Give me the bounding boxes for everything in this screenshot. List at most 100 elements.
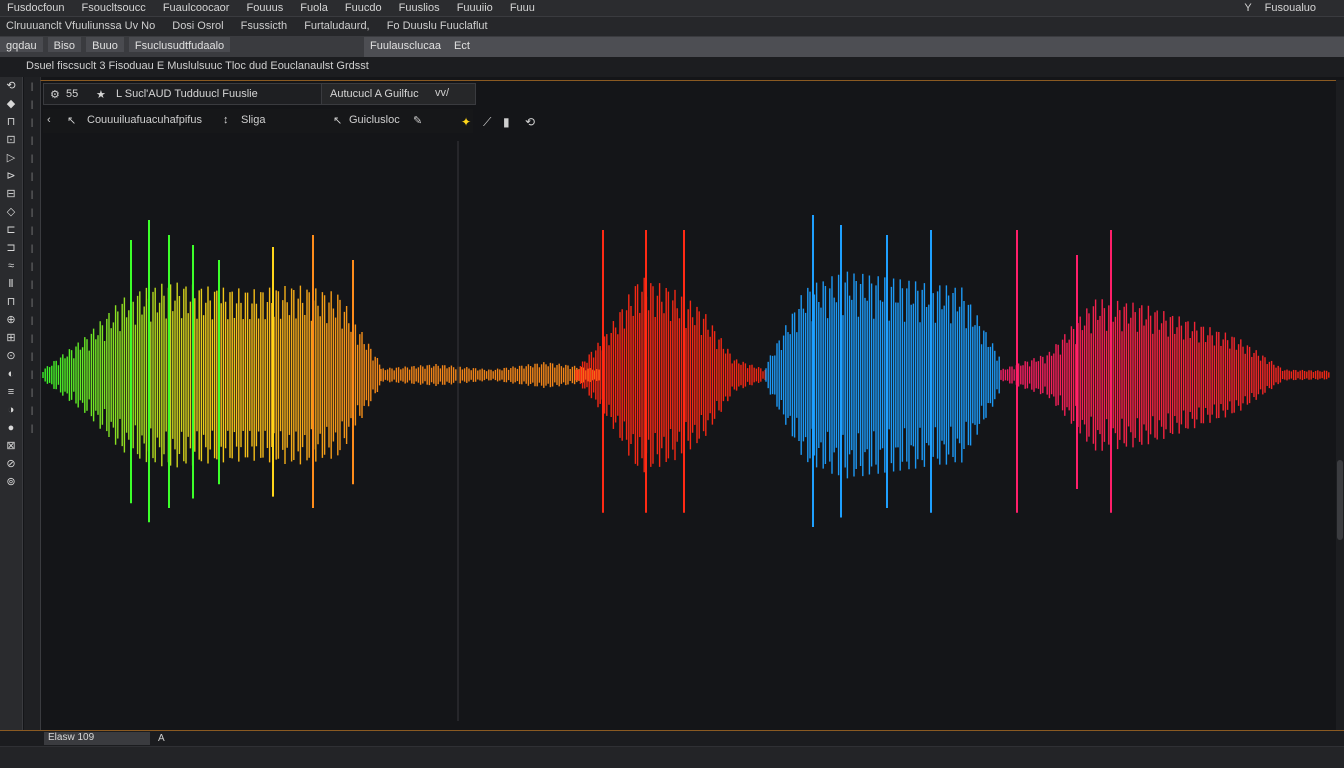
ruler-tick: | bbox=[30, 225, 34, 235]
ruler-tick: | bbox=[30, 297, 34, 307]
toolbar2-right-item-2[interactable]: Ect bbox=[454, 40, 470, 52]
panel-extra[interactable]: vv/ bbox=[435, 87, 449, 99]
menu-item-7[interactable]: Fuuslios bbox=[392, 0, 447, 14]
menu-item-4[interactable]: Fouuus bbox=[240, 0, 291, 14]
waveform-segment-1[interactable] bbox=[42, 282, 381, 468]
bottom-strip bbox=[0, 746, 1344, 768]
ruler-tick: | bbox=[30, 405, 34, 415]
tool-16-icon[interactable]: ⊙ bbox=[0, 347, 22, 365]
tool-9-icon[interactable]: ⊏ bbox=[0, 221, 22, 239]
panel-header-right-label: Autucucl A Guilfuc bbox=[330, 88, 419, 100]
tool-7-icon[interactable]: ⊟ bbox=[0, 185, 22, 203]
tool-12-icon[interactable]: Ⅱ bbox=[0, 275, 22, 293]
toolbar-primary: Clruuuanclt Vfuuliunssa Uv No Dosi Osrol… bbox=[0, 17, 1344, 37]
tool-15-icon[interactable]: ⊞ bbox=[0, 329, 22, 347]
toolbar-item-4[interactable]: Furtaludaurd, bbox=[298, 17, 377, 32]
ruler-tick: | bbox=[30, 423, 34, 433]
marker-icon[interactable]: ▮ bbox=[503, 115, 510, 129]
lightbulb-icon[interactable]: ✦ bbox=[461, 115, 471, 129]
pointer-icon[interactable]: ↖ bbox=[67, 114, 76, 127]
settings-icon[interactable]: ⚙ bbox=[50, 88, 60, 101]
ruler-tick: | bbox=[30, 279, 34, 289]
ruler-tick: | bbox=[30, 333, 34, 343]
menu-item-9[interactable]: Fuuu bbox=[503, 0, 542, 14]
toolbar-item-2[interactable]: Dosi Osrol bbox=[166, 17, 231, 32]
back-icon[interactable]: ‹ bbox=[47, 114, 51, 126]
ruler-tick: | bbox=[30, 387, 34, 397]
ruler-tick: | bbox=[30, 135, 34, 145]
tool-17-icon[interactable]: ◐ bbox=[0, 365, 22, 383]
vertical-scrollbar[interactable] bbox=[1336, 80, 1344, 730]
toolbar2-item-2[interactable]: Biso bbox=[47, 37, 82, 52]
tool-5-icon[interactable]: ▷ bbox=[0, 149, 22, 167]
toolbar-item-1[interactable]: Clruuuanclt Vfuuliunssa Uv No bbox=[0, 17, 163, 32]
menu-item-8[interactable]: Fuuuiio bbox=[450, 0, 500, 14]
tool-20-icon[interactable]: ● bbox=[0, 419, 22, 437]
panel-title: L Sucl'AUD Tudduucl Fuuslie bbox=[116, 88, 258, 100]
tool-21-icon[interactable]: ⊠ bbox=[0, 437, 22, 455]
tool-13-icon[interactable]: ⊓ bbox=[0, 293, 22, 311]
menu-item-6[interactable]: Fuucdo bbox=[338, 0, 389, 14]
tab-label[interactable]: Dsuel fiscsuclt 3 Fisoduau E Muslulsuuc … bbox=[0, 57, 377, 72]
tool-1-icon[interactable]: ⟲ bbox=[0, 77, 22, 95]
panel-header-right[interactable]: Autucucl A Guilfuc bbox=[321, 83, 476, 105]
panel-tools: ‹ ↖ Couuuiluafuacuhafpifus ↕ Sliga ↖ Gui… bbox=[43, 109, 473, 133]
ruler-tick: | bbox=[30, 207, 34, 217]
tool-8-icon[interactable]: ◇ bbox=[0, 203, 22, 221]
chevron-down-icon[interactable]: Y bbox=[1244, 2, 1251, 14]
left-tool-rail: ⟲ ◆ ⊓ ⊡ ▷ ⊳ ⊟ ◇ ⊏ ⊐ ≈ Ⅱ ⊓ ⊕ ⊞ ⊙ ◐ ≡ ◑ ● ⊠ ⊘ ⊚ bbox=[0, 77, 23, 752]
star-icon[interactable]: ★ bbox=[96, 88, 106, 101]
menu-item-5[interactable]: Fuola bbox=[293, 0, 335, 14]
toolbar-item-3[interactable]: Fsussicth bbox=[235, 17, 295, 32]
toolbar2-right-group: Fuulausclucaa Ect bbox=[364, 37, 1344, 57]
status-arrow[interactable]: A bbox=[158, 733, 165, 744]
waveform-segment-3[interactable] bbox=[575, 277, 766, 473]
menu-item-3[interactable]: Fuaulcoocaor bbox=[156, 0, 237, 14]
tool-6-icon[interactable]: ⊳ bbox=[0, 167, 22, 185]
zoom-field[interactable]: Elasw 109 bbox=[44, 732, 150, 745]
toolbar2-item-3[interactable]: Buuo bbox=[86, 37, 124, 52]
loop-icon[interactable]: ⟲ bbox=[525, 115, 535, 129]
ruler-tick: | bbox=[30, 369, 34, 379]
waveform-canvas[interactable] bbox=[41, 81, 1341, 731]
tool-10-icon[interactable]: ⊐ bbox=[0, 239, 22, 257]
menu-bar: Fusdocfoun Fsoucltsoucc Fuaulcoocaor Fou… bbox=[0, 0, 1344, 17]
panel-tools-label[interactable]: Couuuiluafuacuhafpifus bbox=[87, 114, 202, 126]
cursor-icon[interactable]: ↖ bbox=[333, 114, 342, 127]
tool-22-icon[interactable]: ⊘ bbox=[0, 455, 22, 473]
ruler-tick: | bbox=[30, 81, 34, 91]
menu-item-2[interactable]: Fsoucltsoucc bbox=[75, 0, 153, 14]
waveform-editor[interactable]: ⚙ 55 ★ L Sucl'AUD Tudduucl Fuuslie Autuc… bbox=[40, 80, 1341, 731]
menu-right-label[interactable]: Fusoualuo bbox=[1265, 2, 1316, 14]
toolbar2-right-item-1[interactable]: Fuulausclucaa bbox=[370, 40, 441, 52]
toolbar2-item-1[interactable]: gqdau bbox=[0, 37, 43, 52]
ruler-tick: | bbox=[30, 243, 34, 253]
ruler-tick: | bbox=[30, 315, 34, 325]
brush-icon[interactable]: ⟋ bbox=[483, 115, 491, 130]
tool-3-icon[interactable]: ⊓ bbox=[0, 113, 22, 131]
tool-4-icon[interactable]: ⊡ bbox=[0, 131, 22, 149]
ruler-tick: | bbox=[30, 153, 34, 163]
tool-19-icon[interactable]: ◑ bbox=[0, 401, 22, 419]
waveform-segment-4[interactable] bbox=[765, 271, 1000, 479]
tool-23-icon[interactable]: ⊚ bbox=[0, 473, 22, 491]
waveform-segment-2[interactable] bbox=[380, 362, 600, 388]
panel-tools-label2[interactable]: Sliga bbox=[241, 114, 265, 126]
toolbar-item-5[interactable]: Fo Duuslu Fuuclaflut bbox=[381, 17, 496, 32]
menu-item-1[interactable]: Fusdocfoun bbox=[0, 0, 71, 14]
panel-tools-label3[interactable]: Guiclusloc bbox=[349, 114, 400, 126]
ruler-tick: | bbox=[30, 171, 34, 181]
pen-icon[interactable]: ✎ bbox=[413, 114, 422, 127]
panel-number: 55 bbox=[66, 88, 79, 100]
waveform-segment-5[interactable] bbox=[1000, 299, 1330, 451]
tool-18-icon[interactable]: ≡ bbox=[0, 383, 22, 401]
tool-2-icon[interactable]: ◆ bbox=[0, 95, 22, 113]
menu-right-group: Y Fusoualuo bbox=[1234, 2, 1316, 14]
toolbar2-item-4[interactable]: Fsuclusudtfudaalo bbox=[128, 37, 231, 52]
tool-11-icon[interactable]: ≈ bbox=[0, 257, 22, 275]
sliders-icon[interactable]: ↕ bbox=[223, 114, 229, 126]
scrollbar-thumb[interactable] bbox=[1337, 460, 1343, 540]
ruler-tick: | bbox=[30, 117, 34, 127]
tab-strip: Dsuel fiscsuclt 3 Fisoduau E Muslulsuuc … bbox=[0, 57, 1344, 77]
tool-14-icon[interactable]: ⊕ bbox=[0, 311, 22, 329]
